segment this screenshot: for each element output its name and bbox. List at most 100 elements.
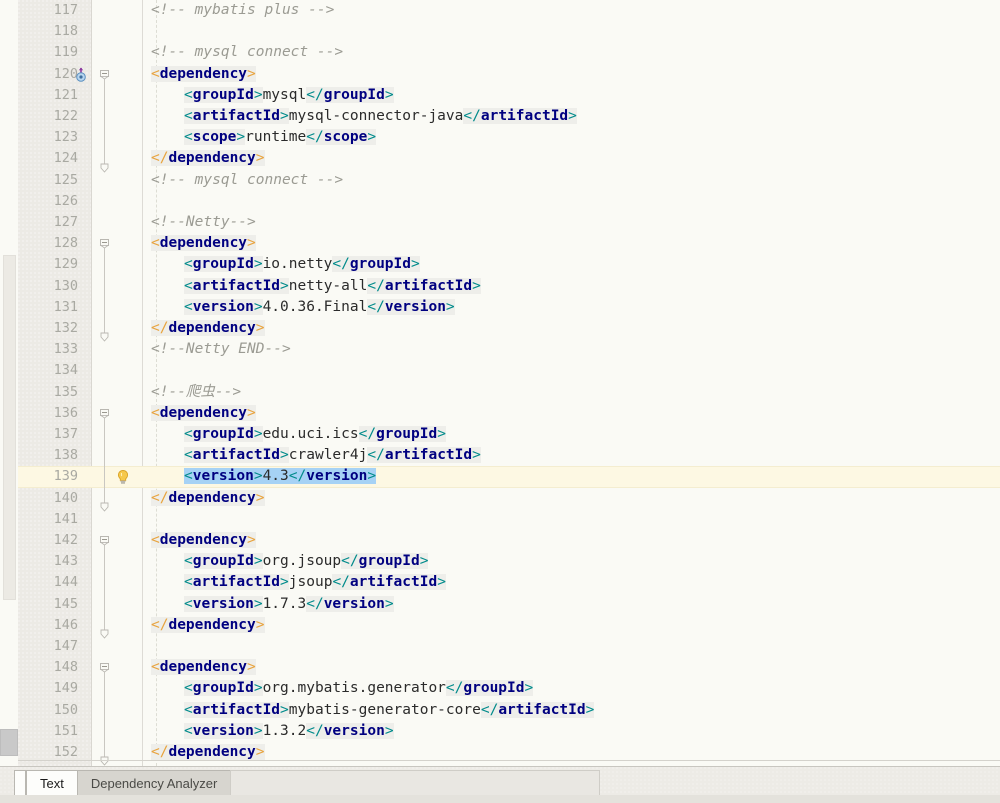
tab-text[interactable]: Text	[26, 770, 78, 796]
fold-collapse-icon[interactable]	[99, 404, 110, 419]
code-line-content[interactable]: <!-- mybatis plus -->	[151, 0, 334, 21]
code-line[interactable]: 141	[18, 509, 1000, 530]
code-line[interactable]: 149 <groupId>org.mybatis.generator</group…	[18, 678, 1000, 699]
code-line[interactable]: 118	[18, 21, 1000, 42]
token-brk: </	[332, 574, 350, 591]
code-line-content[interactable]: <dependency>	[151, 233, 256, 254]
code-line-content[interactable]: <!--爬虫-->	[151, 382, 241, 403]
code-line[interactable]: 117 <!-- mybatis plus -->	[18, 0, 1000, 21]
code-line[interactable]: 135 <!--爬虫-->	[18, 382, 1000, 403]
fold-region-line[interactable]	[104, 536, 105, 630]
code-line[interactable]: 130 <artifactId>netty-all</artifactId>	[18, 276, 1000, 297]
code-line[interactable]: 127 <!--Netty-->	[18, 212, 1000, 233]
code-line[interactable]: 119 <!-- mysql connect -->	[18, 42, 1000, 63]
code-line[interactable]: 151 <version>1.3.2</version>	[18, 721, 1000, 742]
token-tag: dependency	[159, 404, 248, 421]
code-line[interactable]: 122 <artifactId>mysql-connector-java</art…	[18, 106, 1000, 127]
code-line[interactable]: 133 <!--Netty END-->	[18, 339, 1000, 360]
fold-end-icon[interactable]	[99, 625, 110, 639]
code-line[interactable]: 136 <dependency>	[18, 403, 1000, 424]
code-tokens: <artifactId>netty-all</artifactId>	[184, 277, 481, 294]
fold-end-icon[interactable]	[99, 498, 110, 512]
code-line[interactable]: 143 <groupId>org.jsoup</groupId>	[18, 551, 1000, 572]
fold-collapse-icon[interactable]	[99, 531, 110, 546]
token-brk-m: >	[247, 235, 256, 252]
code-line-content[interactable]: <groupId>edu.uci.ics</groupId>	[184, 424, 446, 445]
code-line[interactable]: 138 <artifactId>crawler4j</artifactId>	[18, 445, 1000, 466]
code-line[interactable]: 131 <version>4.0.36.Final</version>	[18, 297, 1000, 318]
token-brk: <	[184, 680, 193, 697]
tabbar-tabs[interactable]: Text Dependency Analyzer	[26, 770, 601, 796]
code-line[interactable]: 145 <version>1.7.3</version>	[18, 594, 1000, 615]
fold-end-icon[interactable]	[99, 159, 110, 173]
run-bean-icon[interactable]	[73, 67, 89, 83]
code-line[interactable]: 134	[18, 360, 1000, 381]
code-line[interactable]: 144 <artifactId>jsoup</artifactId>	[18, 572, 1000, 593]
code-line-content[interactable]: <groupId>org.mybatis.generator</groupId>	[184, 678, 534, 699]
code-line-content[interactable]: </dependency>	[151, 318, 265, 339]
code-line-content[interactable]: <artifactId>mybatis-generator-core</arti…	[184, 700, 595, 721]
fold-end-icon[interactable]	[99, 752, 110, 766]
code-line[interactable]: 132 </dependency>	[18, 318, 1000, 339]
code-line[interactable]: 126	[18, 191, 1000, 212]
code-line-content[interactable]: <dependency>	[151, 657, 256, 678]
line-number: 132	[53, 320, 78, 336]
code-line-content[interactable]: <artifactId>crawler4j</artifactId>	[184, 445, 481, 466]
code-line[interactable]: 137 <groupId>edu.uci.ics</groupId>	[18, 424, 1000, 445]
line-number: 146	[53, 616, 78, 633]
code-line-content[interactable]: <!--Netty END-->	[151, 339, 291, 360]
code-line[interactable]: 146 </dependency>	[18, 615, 1000, 636]
code-line-content[interactable]: <dependency>	[151, 64, 256, 85]
intention-bulb-icon[interactable]	[115, 469, 131, 485]
left-scrollbar-thumb[interactable]	[3, 255, 16, 600]
fold-collapse-icon[interactable]	[99, 234, 110, 249]
left-scrollbar-track[interactable]	[0, 0, 18, 766]
code-line-content[interactable]: </dependency>	[151, 615, 265, 636]
code-line[interactable]: 147	[18, 636, 1000, 657]
code-line-content[interactable]: </dependency>	[151, 488, 265, 509]
fold-collapse-icon[interactable]	[99, 65, 110, 80]
code-line[interactable]: 139 <version>4.3</version>	[18, 466, 1000, 488]
code-line-content[interactable]: <groupId>org.jsoup</groupId>	[184, 551, 429, 572]
fold-end-icon[interactable]	[99, 328, 110, 342]
fold-region-line[interactable]	[104, 239, 105, 334]
code-line-content[interactable]: <!--Netty-->	[151, 212, 256, 233]
code-line-content[interactable]: <groupId>mysql</groupId>	[184, 85, 394, 106]
code-line-content[interactable]: <version>4.3</version>	[184, 466, 377, 487]
code-line-content[interactable]: <artifactId>mysql-connector-java</artifa…	[184, 106, 577, 127]
token-tag: dependency	[168, 489, 256, 506]
code-line[interactable]: 128 <dependency>	[18, 233, 1000, 254]
code-line-content[interactable]: <version>1.7.3</version>	[184, 594, 394, 615]
code-line-content[interactable]: <groupId>io.netty</groupId>	[184, 254, 420, 275]
code-line[interactable]: 148 <dependency>	[18, 657, 1000, 678]
fold-region-line[interactable]	[104, 69, 105, 164]
code-line[interactable]: 150 <artifactId>mybatis-generator-core</a…	[18, 700, 1000, 721]
code-line-content[interactable]: <dependency>	[151, 403, 256, 424]
code-line-content[interactable]: <scope>runtime</scope>	[184, 127, 377, 148]
code-line[interactable]: 125 <!-- mysql connect -->	[18, 170, 1000, 191]
code-line-content[interactable]: <artifactId>netty-all</artifactId>	[184, 276, 481, 297]
fold-collapse-icon[interactable]	[99, 658, 110, 673]
code-line-content[interactable]: <version>4.0.36.Final</version>	[184, 297, 455, 318]
tab-dependency-analyzer[interactable]: Dependency Analyzer	[76, 770, 232, 796]
code-line[interactable]: 123 <scope>runtime</scope>	[18, 127, 1000, 148]
token-brk: </	[358, 426, 377, 442]
code-line-content[interactable]: <dependency>	[151, 530, 256, 551]
code-line-content[interactable]: <artifactId>jsoup</artifactId>	[184, 572, 446, 593]
fold-region-line[interactable]	[104, 663, 105, 758]
fold-region-line[interactable]	[104, 408, 105, 503]
code-line-content[interactable]: <!-- mysql connect -->	[151, 42, 343, 63]
left-scrollbar-thumb-secondary[interactable]	[0, 729, 18, 756]
code-line[interactable]: 120 <dependency>	[18, 64, 1000, 85]
code-line[interactable]: 140 </dependency>	[18, 488, 1000, 509]
code-line[interactable]: 142 <dependency>	[18, 530, 1000, 551]
token-tag: version	[384, 298, 446, 315]
code-editor[interactable]: 117 <!-- mybatis plus --> 118 119 <!-- mysql…	[18, 0, 1000, 766]
code-line-content[interactable]: <!-- mysql connect -->	[151, 170, 343, 191]
code-line[interactable]: 129 <groupId>io.netty</groupId>	[18, 254, 1000, 275]
code-line[interactable]: 124 </dependency>	[18, 148, 1000, 169]
code-line-content[interactable]: <version>1.3.2</version>	[184, 721, 394, 742]
code-line-content[interactable]: </dependency>	[151, 148, 265, 169]
code-line[interactable]: 121 <groupId>mysql</groupId>	[18, 85, 1000, 106]
token-brk-m: >	[255, 150, 265, 167]
